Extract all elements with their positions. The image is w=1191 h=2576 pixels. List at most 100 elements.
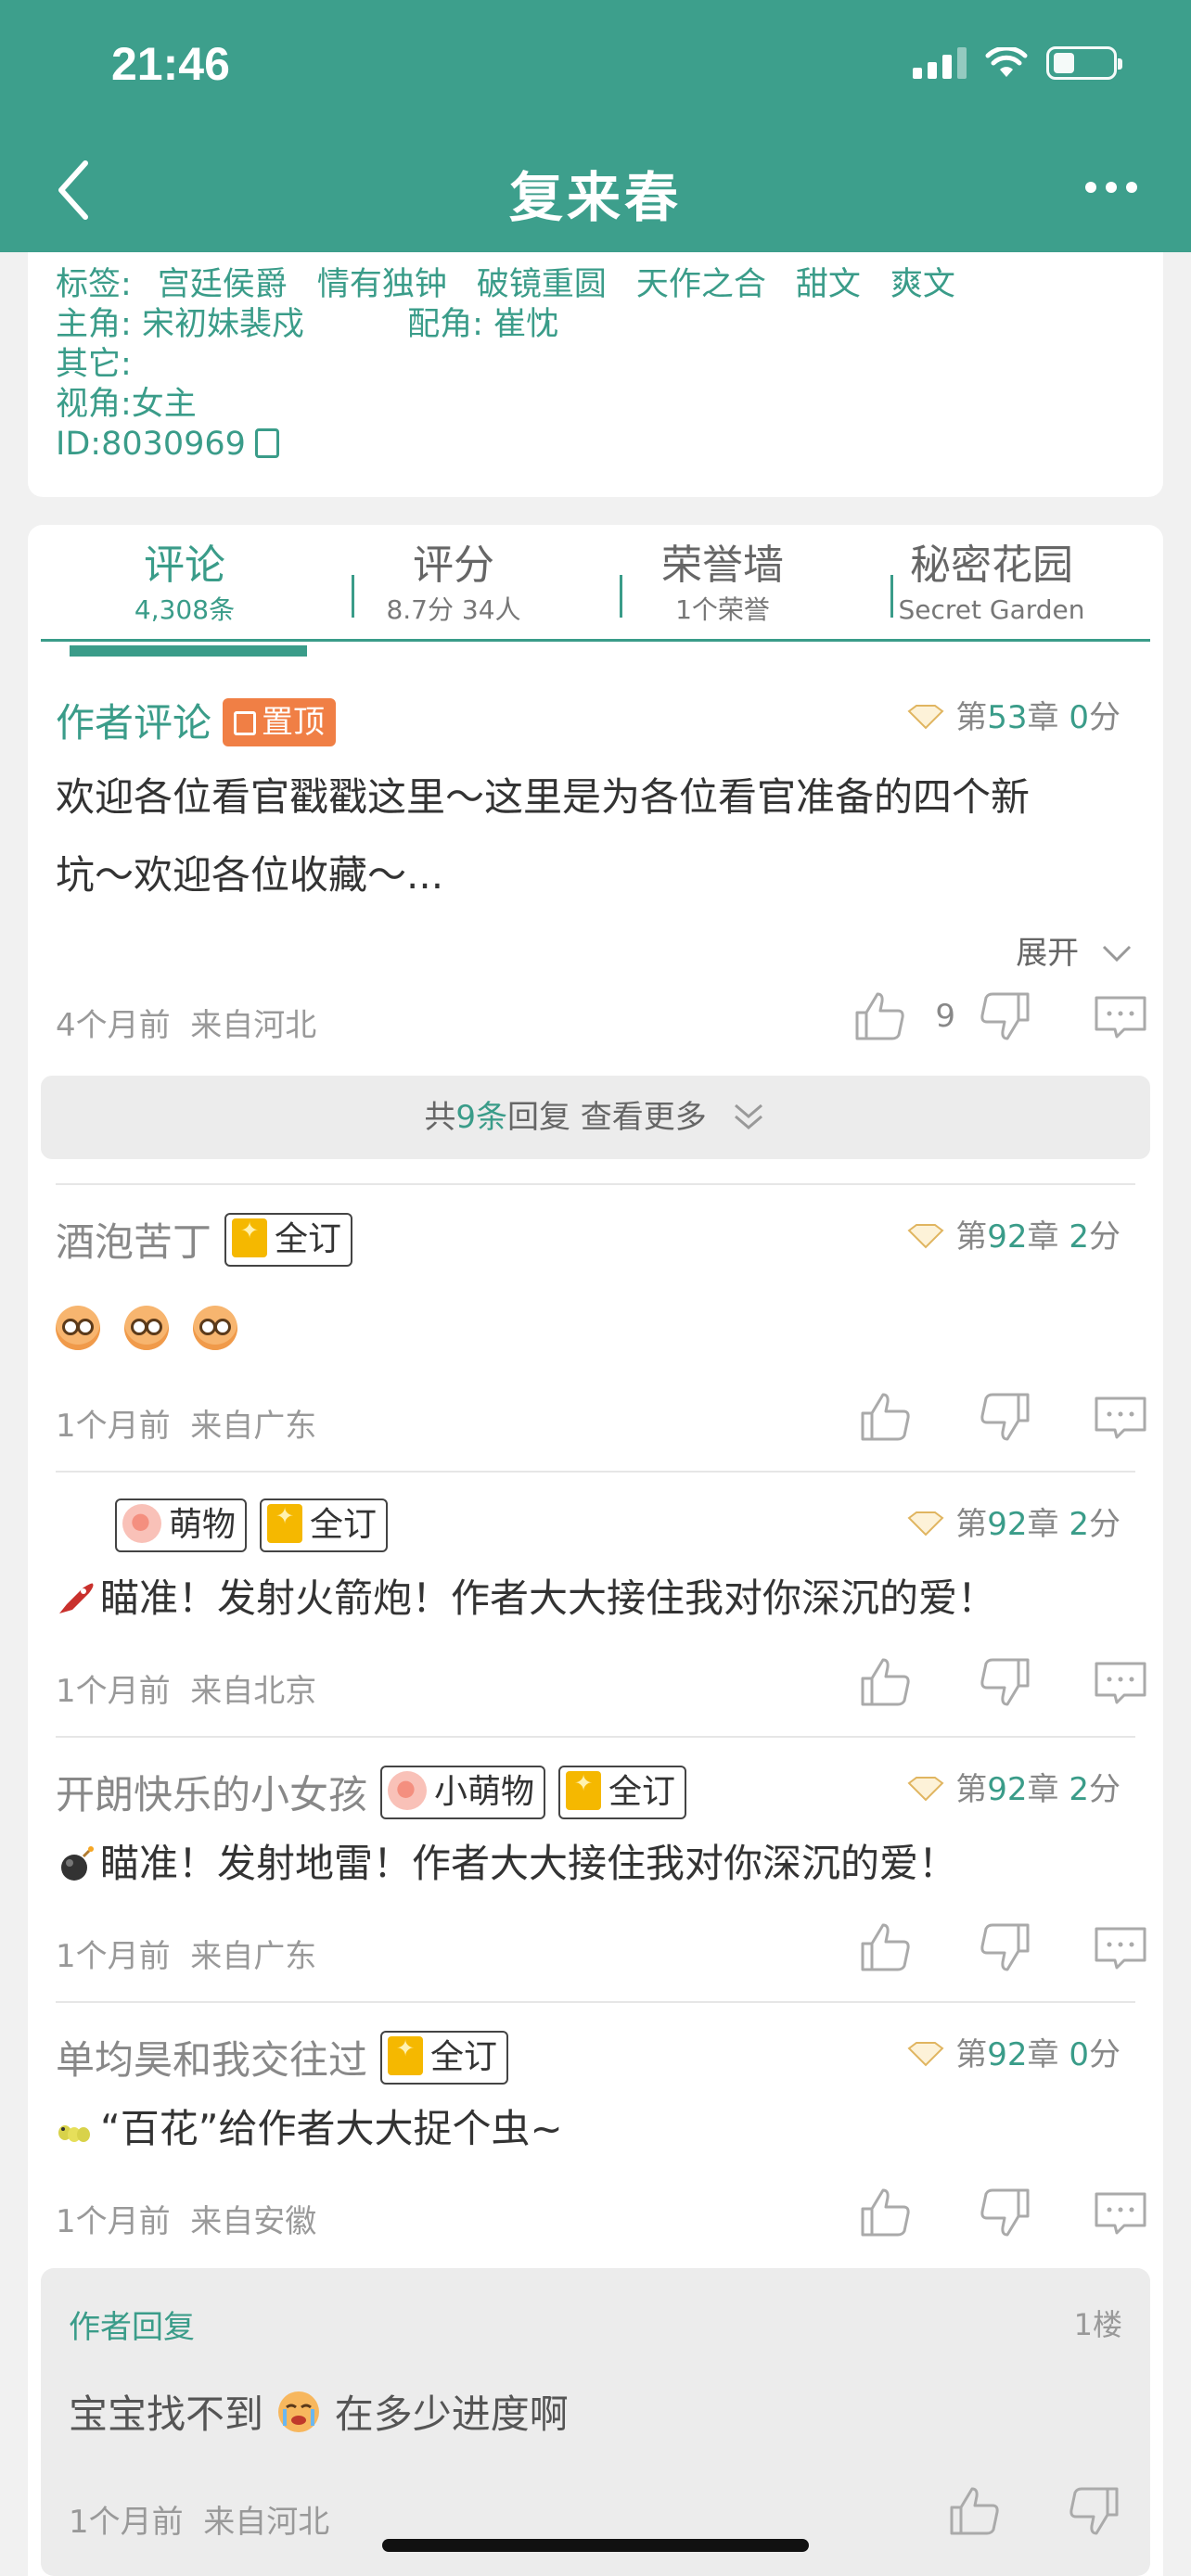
signal-icon (913, 47, 967, 79)
bug-icon (58, 2125, 90, 2142)
chapter-info: 第92章 0分 (907, 2029, 1121, 2074)
floor-number: 1楼 (1073, 2307, 1122, 2342)
tab-secret-garden[interactable]: 秘密花园 Secret Garden (857, 538, 1126, 627)
status-icons (913, 46, 1122, 80)
comment-reply-icon[interactable] (1093, 2185, 1148, 2240)
emoji-icon (56, 1306, 100, 1350)
tag-item[interactable]: 宫廷侯爵 (158, 266, 288, 303)
tag-item[interactable]: 爽文 (890, 266, 955, 303)
comment-actions (857, 1919, 1148, 1975)
comment-reply-icon[interactable] (1093, 1919, 1148, 1975)
author-reply-actions (946, 2483, 1122, 2539)
tab-label: 秘密花园 (910, 542, 1073, 589)
paw-icon (122, 1504, 161, 1543)
tag-item[interactable]: 甜文 (796, 266, 861, 303)
full-subscription-badge: 全订 (260, 1498, 389, 1552)
crying-emoji-icon (278, 2391, 320, 2432)
comment-reply-icon[interactable] (1093, 1654, 1148, 1710)
diamond-icon (907, 705, 944, 730)
tab-sub: 1个荣誉 (675, 594, 770, 625)
tab-rating[interactable]: 评分 8.7分 34人 (319, 538, 588, 627)
comment-location: 来自河北 (190, 1007, 317, 1044)
author-reply-label: 作者回复 (69, 2309, 195, 2346)
pinned-comment-actions: 9 (852, 988, 1148, 1044)
author-reply-meta: 1个月前 来自河北 (69, 2496, 329, 2542)
like-icon[interactable] (852, 988, 907, 1044)
other-line: 其它: (56, 346, 132, 383)
dislike-icon[interactable] (978, 2185, 1033, 2240)
tags-line: 标签: 宫廷侯爵 情有独钟 破镜重圆 天作之合 甜文 爽文 (56, 265, 1135, 305)
dislike-icon[interactable] (978, 988, 1033, 1044)
like-icon[interactable] (857, 1389, 913, 1445)
comment-author[interactable]: 作者评论 (56, 700, 211, 746)
active-tab-indicator (70, 645, 307, 657)
tab-honor-wall[interactable]: 荣誉墙 1个荣誉 (588, 538, 857, 627)
lead-label: 主角: (56, 306, 132, 343)
author-reply-box: 作者回复 1楼 宝宝找不到 在多少进度啊 1个月前 来自河北 (41, 2268, 1150, 2576)
dislike-icon[interactable] (1067, 2483, 1122, 2539)
novel-id: ID:8030969 (56, 426, 246, 463)
comment-time: 1个月前 (56, 2203, 171, 2240)
comment-username[interactable]: 酒泡苦丁 (56, 1219, 211, 1265)
comment-reply-icon[interactable] (1093, 988, 1148, 1044)
subscription-icon (566, 1771, 602, 1810)
divider (56, 1471, 1135, 1473)
tab-sub: 4,308条 (134, 594, 236, 625)
comment-text[interactable]: “百花”给作者大大捉个虫~ (56, 2096, 1135, 2162)
tag-item[interactable]: 情有独钟 (317, 266, 447, 303)
full-subscription-badge: 全订 (224, 1213, 353, 1267)
tag-item[interactable]: 破镜重圆 (477, 266, 607, 303)
chapter-info: 第92章 2分 (907, 1764, 1121, 1809)
tab-label: 荣誉墙 (661, 542, 784, 589)
like-icon[interactable] (946, 2483, 1002, 2539)
comment-actions (857, 1654, 1148, 1710)
full-subscription-badge: 全订 (380, 2031, 509, 2085)
comment-header: 开朗快乐的小女孩小萌物全订 第92章 2分 (56, 1764, 1135, 1819)
support-label: 配角: (407, 306, 483, 343)
comment-username[interactable]: 开朗快乐的小女孩 (56, 1772, 367, 1817)
tab-comments[interactable]: 评论 4,308条 (50, 538, 319, 627)
chapter-info: 第53章 0分 (907, 692, 1121, 737)
dislike-icon[interactable] (978, 1919, 1033, 1975)
chapter-info: 第92章 2分 (907, 1211, 1121, 1256)
id-line: ID:8030969 (56, 425, 1135, 465)
comment-time: 1个月前 (56, 1673, 171, 1710)
comment-header: 萌物全订 第92章 2分 (56, 1498, 1135, 1554)
comment-text[interactable]: 瞄准！发射火箭炮！作者大大接住我对你深沉的爱！ (56, 1565, 1135, 1632)
roles-line: 主角: 宋初妹裴戍 配角: 崔忱 (56, 305, 1135, 345)
like-icon[interactable] (857, 2185, 913, 2240)
wifi-icon (985, 47, 1028, 77)
comment-reply-icon[interactable] (1093, 1389, 1148, 1445)
copy-icon[interactable] (254, 428, 279, 458)
like-count: 9 (935, 998, 955, 1035)
support-value: 崔忱 (493, 306, 559, 343)
emoji-content[interactable] (56, 1306, 1135, 1354)
diamond-icon (907, 1224, 944, 1249)
battery-icon (1046, 46, 1122, 80)
view-more-replies-button[interactable]: 共9条回复 查看更多 (41, 1076, 1150, 1159)
dislike-icon[interactable] (978, 1389, 1033, 1445)
lead-value: 宋初妹裴戍 (141, 306, 304, 343)
tag-item[interactable]: 天作之合 (636, 266, 766, 303)
more-options-button[interactable] (1085, 182, 1137, 193)
divider (56, 2001, 1135, 2003)
paw-icon (388, 1771, 428, 1810)
comment-location: 来自安徽 (190, 2203, 317, 2240)
home-indicator[interactable] (382, 2539, 809, 2552)
like-icon[interactable] (857, 1654, 913, 1710)
novel-info-card: 标签: 宫廷侯爵 情有独钟 破镜重圆 天作之合 甜文 爽文 主角: 宋初妹裴戍 配角: 崔忱… (28, 252, 1163, 497)
dislike-icon[interactable] (978, 1654, 1033, 1710)
comment-time: 1个月前 (69, 2504, 184, 2541)
status-time: 21:46 (111, 38, 230, 90)
tab-sub: Secret Garden (898, 594, 1085, 625)
pinned-comment-text[interactable]: 欢迎各位看官戳戳这里～这里是为各位看官准备的四个新 坑～欢迎各位收藏～... (56, 759, 1135, 914)
double-chevron-down-icon (734, 1103, 762, 1129)
cute-badge: 小萌物 (380, 1766, 546, 1819)
comment-username[interactable]: 单均昊和我交往过 (56, 2037, 367, 2083)
divider (56, 1736, 1135, 1738)
expand-button[interactable]: 展开 (56, 927, 1135, 973)
comment-text[interactable]: 瞄准！发射地雷！作者大大接住我对你深沉的爱！ (56, 1830, 1135, 1897)
author-reply-text[interactable]: 宝宝找不到 在多少进度啊 (69, 2383, 569, 2440)
like-icon[interactable] (857, 1919, 913, 1975)
pov-line: 视角:女主 (56, 386, 197, 423)
